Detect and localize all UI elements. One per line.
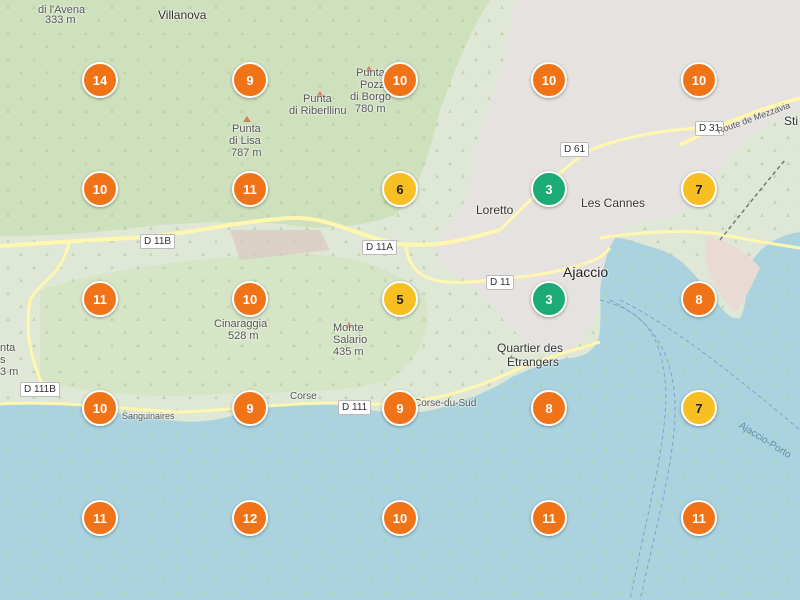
elevation-label: 528 m (228, 330, 259, 342)
cluster-marker[interactable]: 10 (82, 171, 118, 207)
road-shield: D 61 (560, 142, 590, 157)
elevation-label: 333 m (45, 14, 76, 26)
place-label: nta (0, 342, 16, 354)
cluster-marker[interactable]: 10 (232, 281, 268, 317)
cluster-marker[interactable]: 14 (82, 62, 118, 98)
cluster-marker[interactable]: 10 (531, 62, 567, 98)
cluster-marker[interactable]: 10 (82, 390, 118, 426)
place-label: Corse-du-Sud (414, 398, 477, 409)
place-label: Monte (333, 322, 364, 334)
elevation-label: 3 m (0, 366, 19, 378)
cluster-marker[interactable]: 7 (681, 171, 717, 207)
cluster-marker[interactable]: 6 (382, 171, 418, 207)
place-label: Punta (232, 123, 261, 135)
place-label: Salario (333, 334, 368, 346)
cluster-marker[interactable]: 11 (531, 500, 567, 536)
cluster-marker[interactable]: 8 (531, 390, 567, 426)
cluster-marker[interactable]: 11 (232, 171, 268, 207)
place-label: di Riberllinu (289, 105, 347, 117)
place-label: Corse (290, 391, 317, 402)
cluster-marker[interactable]: 5 (382, 281, 418, 317)
cluster-marker[interactable]: 10 (382, 500, 418, 536)
place-label: Les Cannes (581, 196, 646, 210)
road-shield: D 11 (486, 275, 515, 290)
place-label: s (0, 354, 6, 366)
elevation-label: 787 m (231, 147, 262, 159)
cluster-marker[interactable]: 9 (382, 390, 418, 426)
cluster-marker[interactable]: 11 (681, 500, 717, 536)
cluster-marker[interactable]: 11 (82, 281, 118, 317)
place-label: Villanova (158, 8, 207, 22)
place-label: Loretto (476, 203, 514, 217)
elevation-label: 435 m (333, 346, 364, 358)
place-label: Punta (356, 67, 385, 79)
place-label: Punta (303, 93, 332, 105)
cluster-marker[interactable]: 10 (382, 62, 418, 98)
road-shield: D 11B (140, 234, 176, 249)
elevation-label: 780 m (355, 103, 386, 115)
place-label: di Borgo (350, 91, 391, 103)
place-label: Ajaccio (563, 264, 609, 280)
cluster-marker[interactable]: 3 (531, 281, 567, 317)
cluster-marker[interactable]: 9 (232, 62, 268, 98)
map-canvas[interactable]: di l'Avena 333 m Villanova Punta Pozzo d… (0, 0, 800, 600)
road-shield: D 111 (338, 400, 372, 415)
cluster-marker[interactable]: 3 (531, 171, 567, 207)
place-label: di Lisa (229, 135, 261, 147)
road-shield: D 11A (362, 240, 398, 255)
cluster-marker[interactable]: 8 (681, 281, 717, 317)
road-shield: D 111B (20, 382, 60, 397)
place-label: Sti (784, 114, 799, 128)
place-label: Cinaraggia (214, 318, 268, 330)
cluster-marker[interactable]: 7 (681, 390, 717, 426)
cluster-marker[interactable]: 12 (232, 500, 268, 536)
cluster-marker[interactable]: 10 (681, 62, 717, 98)
place-label: Quartier des (497, 341, 564, 355)
place-label: Étrangers (507, 355, 560, 369)
cluster-marker[interactable]: 9 (232, 390, 268, 426)
place-label: Sanguinaires (122, 411, 175, 421)
cluster-marker[interactable]: 11 (82, 500, 118, 536)
